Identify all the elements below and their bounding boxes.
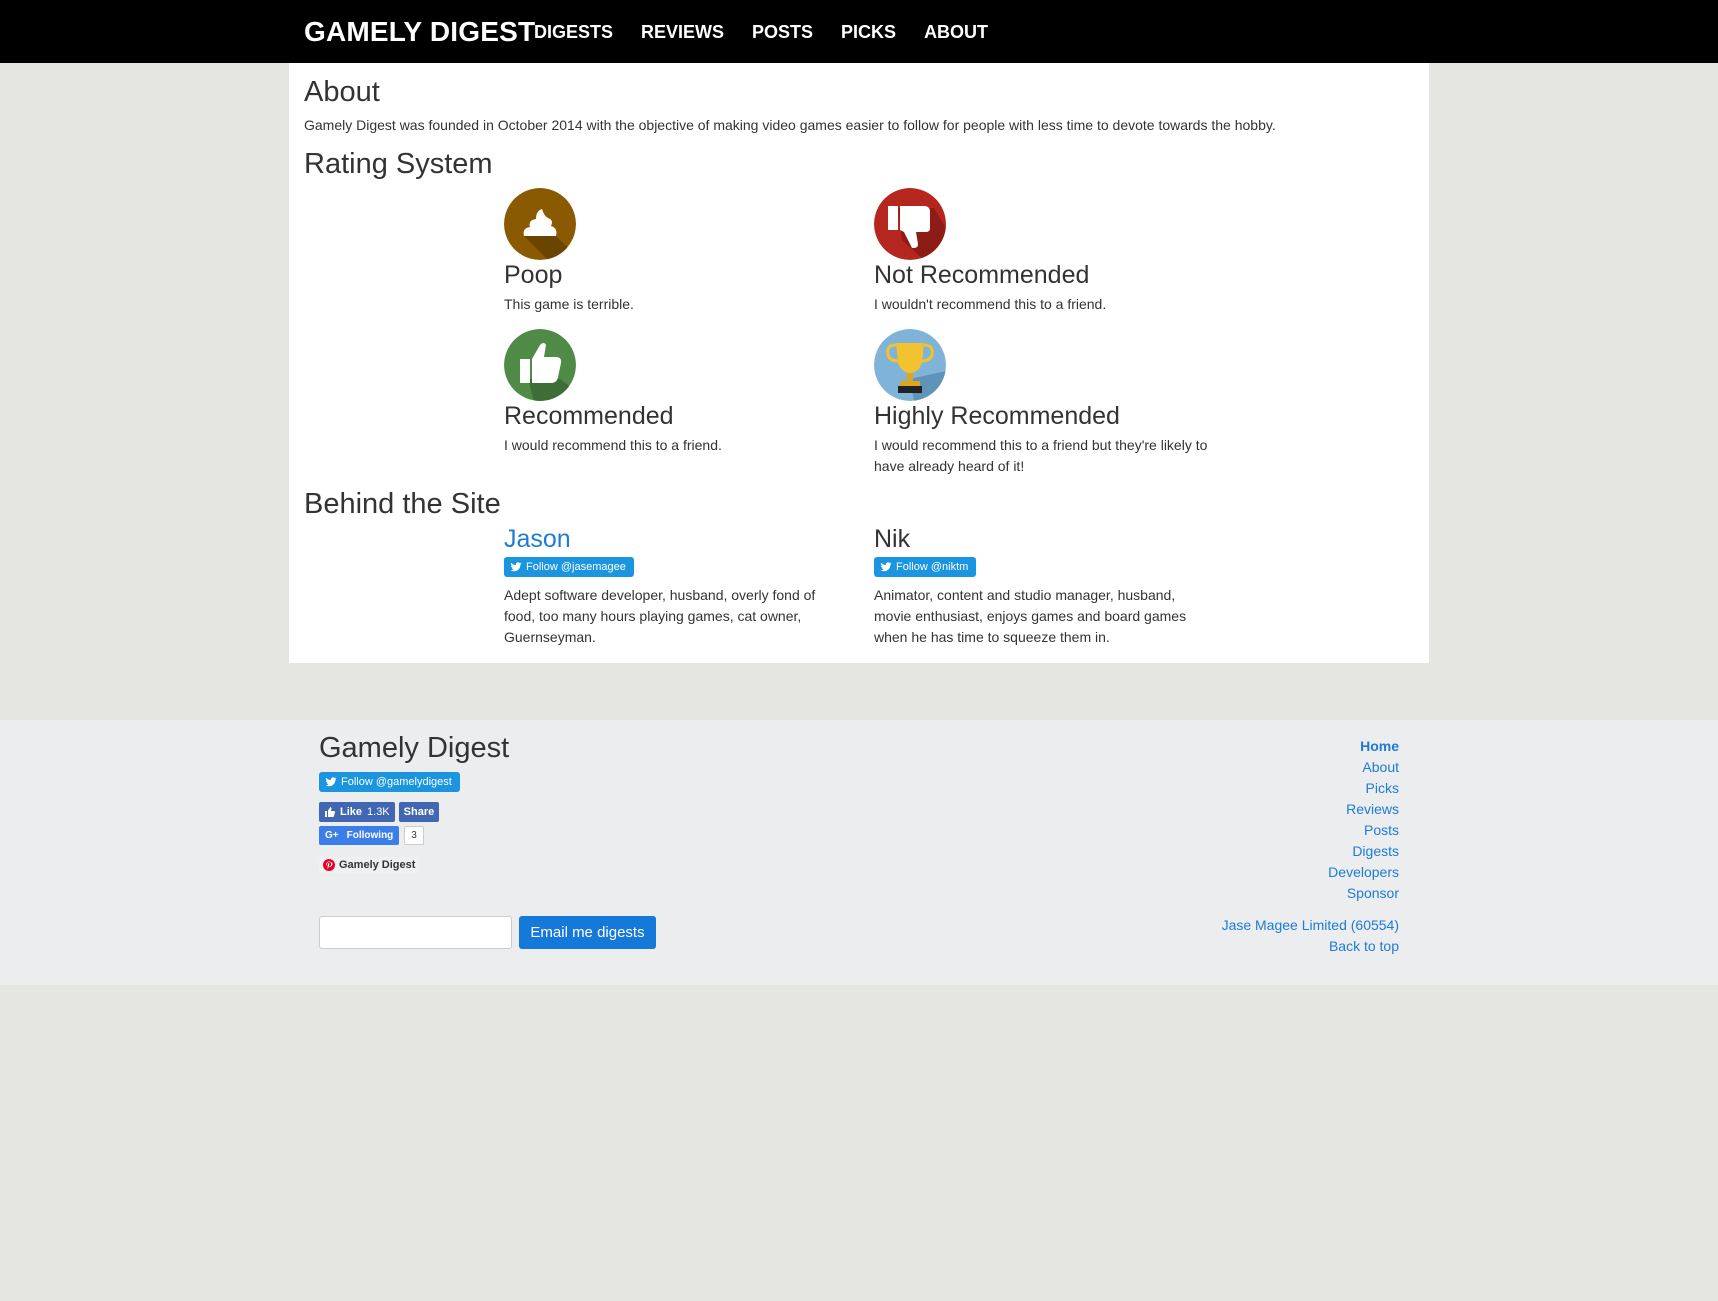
top-navbar: GAMELY DIGEST DIGESTS REVIEWS POSTS PICK… [0, 0, 1718, 63]
thumbs-up-icon [504, 329, 576, 401]
twitter-follow-jason-button[interactable]: Follow @jasemagee [504, 557, 634, 577]
person-card-jason: Jason Follow @jasemagee Adept software d… [504, 524, 844, 648]
rating-card-recommended: Recommended I would recommend this to a … [504, 329, 854, 456]
rating-title-poop: Poop [504, 261, 563, 289]
person-bio-jason: Adept software developer, husband, overl… [504, 587, 816, 645]
brand-logo-link[interactable]: GAMELY DIGEST [304, 16, 535, 48]
twitter-follow-nik-button[interactable]: Follow @niktm [874, 557, 977, 577]
footer-nav: Home About Picks Reviews Posts Digests D… [1328, 736, 1399, 904]
person-name-nik: Nik [874, 525, 911, 553]
pinterest-follow-button[interactable]: Gamely Digest [319, 857, 420, 873]
facebook-like-button[interactable]: Like 1.3K [319, 802, 395, 822]
google-plus-label: Following [346, 830, 394, 841]
nav-item-digests[interactable]: DIGESTS [534, 22, 613, 43]
facebook-like-count: 1.3K [367, 806, 390, 818]
rating-title-recommended: Recommended [504, 402, 674, 430]
back-to-top-link[interactable]: Back to top [1222, 936, 1399, 957]
twitter-bird-icon [325, 777, 337, 787]
trophy-icon [874, 329, 946, 401]
pinterest-icon [323, 859, 335, 871]
person-card-nik: Nik Follow @niktm Animator, content and … [874, 524, 1214, 648]
footer-link-home[interactable]: Home [1328, 736, 1399, 757]
footer-link-posts[interactable]: Posts [1328, 820, 1399, 841]
person-bio-nik: Animator, content and studio manager, hu… [874, 587, 1187, 645]
rating-title-highly-recommended: Highly Recommended [874, 402, 1120, 430]
footer-link-picks[interactable]: Picks [1328, 778, 1399, 799]
twitter-follow-label: Follow @gamelydigest [341, 776, 452, 788]
rating-desc-not-recommended: I wouldn't recommend this to a friend. [874, 296, 1107, 312]
rating-desc-poop: This game is terrible. [504, 296, 634, 312]
twitter-bird-icon [510, 562, 522, 572]
footer-title: Gamely Digest [319, 732, 510, 764]
google-plus-following-button[interactable]: G+ Following [319, 826, 400, 845]
poop-icon [504, 188, 576, 260]
rating-card-not-recommended: Not Recommended I wouldn't recommend thi… [874, 188, 1224, 315]
person-name-jason[interactable]: Jason [504, 525, 571, 553]
facebook-like-label: Like [340, 806, 363, 818]
pinterest-label: Gamely Digest [339, 859, 416, 871]
footer-link-sponsor[interactable]: Sponsor [1328, 883, 1399, 904]
rating-desc-recommended: I would recommend this to a friend. [504, 437, 722, 453]
nav-item-picks[interactable]: PICKS [841, 22, 896, 43]
facebook-widget: Like 1.3K Share [319, 802, 440, 822]
facebook-share-button[interactable]: Share [398, 802, 440, 822]
google-plus-icon: G+ [325, 830, 339, 841]
about-heading: About [304, 76, 380, 108]
nav-item-reviews[interactable]: REVIEWS [641, 22, 724, 43]
google-plus-widget: G+ Following 3 [319, 826, 424, 845]
footer-link-digests[interactable]: Digests [1328, 841, 1399, 862]
twitter-bird-icon [880, 562, 892, 572]
footer-link-reviews[interactable]: Reviews [1328, 799, 1399, 820]
rating-system-heading: Rating System [304, 148, 493, 180]
main-content: About Gamely Digest was founded in Octob… [289, 63, 1429, 663]
company-link[interactable]: Jase Magee Limited (60554) [1222, 915, 1399, 936]
nav-item-about[interactable]: ABOUT [924, 22, 988, 43]
thumbs-down-icon [874, 188, 946, 260]
twitter-follow-label: Follow @niktm [896, 561, 969, 573]
rating-card-highly-recommended: Highly Recommended I would recommend thi… [874, 329, 1224, 477]
footer-link-about[interactable]: About [1328, 757, 1399, 778]
rating-title-not-recommended: Not Recommended [874, 261, 1090, 289]
about-text: Gamely Digest was founded in October 201… [304, 117, 1276, 133]
behind-the-site-heading: Behind the Site [304, 488, 501, 520]
footer: Gamely Digest Follow @gamelydigest Like … [0, 720, 1718, 985]
footer-bottom-links: Jase Magee Limited (60554) Back to top [1222, 915, 1399, 957]
rating-card-poop: Poop This game is terrible. [504, 188, 854, 315]
thumbs-up-icon [325, 807, 335, 817]
twitter-follow-site-button[interactable]: Follow @gamelydigest [319, 772, 460, 792]
email-input[interactable] [319, 916, 512, 949]
google-plus-count: 3 [404, 826, 424, 845]
nav-menu: DIGESTS REVIEWS POSTS PICKS ABOUT [534, 22, 1016, 43]
email-digests-button[interactable]: Email me digests [519, 916, 656, 949]
rating-desc-highly-recommended: I would recommend this to a friend but t… [874, 437, 1208, 474]
twitter-follow-label: Follow @jasemagee [526, 561, 626, 573]
footer-link-developers[interactable]: Developers [1328, 862, 1399, 883]
nav-item-posts[interactable]: POSTS [752, 22, 813, 43]
